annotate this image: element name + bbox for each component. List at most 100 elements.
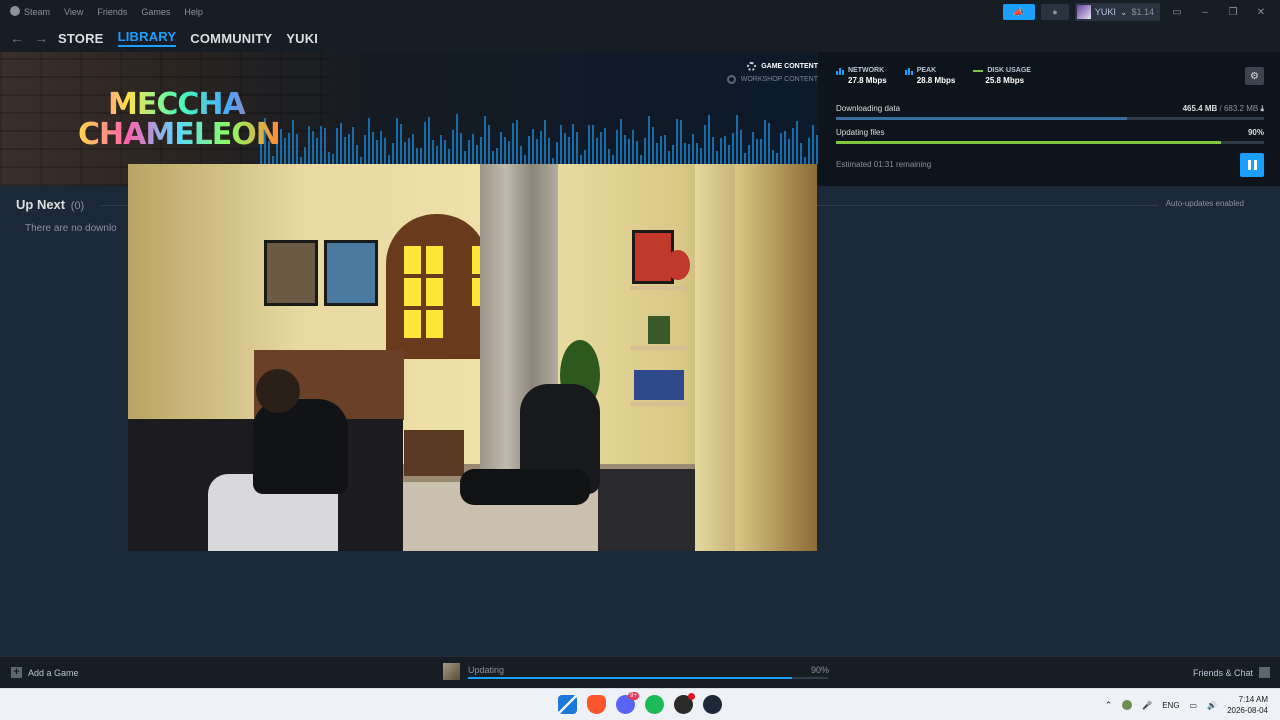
- bandwidth-bar: [748, 145, 750, 164]
- peak-stat: PEAK 28.8 Mbps: [904, 66, 956, 86]
- bandwidth-bar: [404, 142, 406, 164]
- big-picture-icon[interactable]: ▭: [1166, 7, 1188, 18]
- menu-steam[interactable]: Steam: [10, 6, 50, 18]
- add-game-button[interactable]: + Add a Game: [11, 667, 79, 678]
- obs-icon[interactable]: [674, 693, 695, 714]
- bandwidth-bar: [288, 133, 290, 164]
- pause-download-button[interactable]: [1240, 153, 1264, 177]
- peak-value: 28.8 Mbps: [916, 76, 956, 85]
- mini-progress-fill: [468, 677, 792, 679]
- display-icon[interactable]: ▭: [1190, 701, 1198, 710]
- bandwidth-bar: [776, 153, 778, 164]
- bandwidth-bar: [632, 130, 634, 164]
- bandwidth-bar: [344, 137, 346, 164]
- bandwidth-bar: [800, 143, 802, 164]
- nav-library[interactable]: LIBRARY: [117, 29, 177, 47]
- language-indicator[interactable]: ENG: [1162, 701, 1179, 710]
- menu-view[interactable]: View: [64, 7, 83, 17]
- peak-bars-icon: [904, 67, 913, 75]
- announcements-button[interactable]: 📣: [1002, 4, 1035, 20]
- bandwidth-bar: [736, 115, 738, 164]
- bandwidth-bar: [668, 151, 670, 164]
- disk-stat: DISK USAGE 25.8 Mbps: [973, 66, 1031, 86]
- discord-badge: 9+: [628, 692, 639, 700]
- plus-icon: +: [11, 667, 22, 678]
- wallet-balance: $1.14: [1131, 7, 1154, 17]
- update-progress-track: [836, 141, 1264, 144]
- discord-icon[interactable]: 9+: [616, 692, 639, 714]
- steam-taskbar-icon[interactable]: [703, 695, 722, 714]
- window-pane: [404, 246, 421, 274]
- bandwidth-bar: [804, 157, 806, 164]
- bandwidth-bar: [796, 121, 798, 164]
- download-status-text[interactable]: Updating: [468, 665, 504, 675]
- bandwidth-bar: [592, 125, 594, 164]
- bandwidth-bar: [376, 140, 378, 164]
- bell-icon: ●: [1052, 7, 1058, 17]
- notifications-button[interactable]: ●: [1040, 4, 1069, 20]
- download-settings-button[interactable]: ⚙: [1245, 67, 1264, 85]
- bandwidth-bar: [740, 130, 742, 164]
- arched-window: [386, 214, 488, 359]
- menu-games[interactable]: Games: [141, 7, 170, 17]
- bandwidth-bar: [780, 133, 782, 164]
- tray-app-icon[interactable]: [1122, 700, 1133, 710]
- nav-store[interactable]: STORE: [58, 31, 104, 46]
- restore-icon[interactable]: ❐: [1222, 7, 1244, 18]
- windows-start-icon[interactable]: [558, 695, 577, 714]
- bandwidth-bar: [808, 138, 810, 164]
- workshop-gear-icon: [726, 75, 736, 84]
- bandwidth-bar: [420, 148, 422, 164]
- pause-icon: [1247, 160, 1251, 170]
- bandwidth-bar: [324, 128, 326, 164]
- download-status-percent: 90%: [811, 665, 830, 675]
- back-arrow-icon[interactable]: ←: [10, 30, 24, 46]
- bandwidth-bar: [504, 137, 506, 164]
- game-logo-line1: MECCHA: [78, 90, 278, 120]
- bandwidth-bar: [664, 135, 666, 164]
- mini-progress-track: [468, 677, 828, 679]
- megaphone-icon: 📣: [1013, 6, 1025, 17]
- bandwidth-bar: [620, 119, 622, 164]
- bandwidth-bar: [328, 152, 330, 164]
- forward-arrow-icon[interactable]: →: [34, 30, 48, 46]
- bandwidth-bar: [480, 137, 482, 164]
- nightstand: [404, 430, 464, 476]
- game-thumbnail[interactable]: [443, 663, 460, 680]
- account-menu[interactable]: YUKI ⌄ $1.14: [1074, 3, 1160, 21]
- bandwidth-bar: [540, 131, 542, 164]
- bandwidth-bar: [708, 115, 710, 164]
- bandwidth-bar: [512, 123, 514, 164]
- bandwidth-bar: [368, 118, 370, 164]
- bandwidth-bar: [812, 125, 814, 164]
- chair-seat: [460, 469, 590, 505]
- tray-overflow-icon[interactable]: ⌃: [1105, 700, 1113, 711]
- brave-icon[interactable]: [587, 695, 606, 714]
- clock[interactable]: 7:14 AM 2026-08-04: [1227, 694, 1268, 716]
- bandwidth-bar: [700, 148, 702, 164]
- menu-help[interactable]: Help: [184, 7, 203, 17]
- menu-friends[interactable]: Friends: [97, 7, 127, 17]
- friends-chat-button[interactable]: Friends & Chat: [1193, 667, 1270, 678]
- steam-bottom-bar: + Add a Game Updating 90% Friends & Chat: [0, 656, 1280, 688]
- microphone-icon[interactable]: 🎤: [1142, 701, 1152, 710]
- wall-poster: [324, 240, 378, 306]
- bandwidth-bar: [692, 134, 694, 164]
- bandwidth-bar: [436, 146, 438, 164]
- auto-updates-status[interactable]: Auto-updates enabled: [1157, 199, 1244, 208]
- minimize-icon[interactable]: –: [1194, 7, 1216, 18]
- nav-profile[interactable]: YUKI: [286, 31, 318, 46]
- shelf-item: [666, 250, 690, 280]
- bandwidth-bar: [520, 146, 522, 164]
- nav-community[interactable]: COMMUNITY: [190, 31, 272, 46]
- window-pane: [404, 278, 421, 306]
- spotify-icon[interactable]: [645, 695, 664, 714]
- bandwidth-bar: [688, 144, 690, 164]
- bandwidth-bar: [312, 131, 314, 164]
- updating-percent: 90%: [1247, 128, 1264, 137]
- close-icon[interactable]: ✕: [1250, 7, 1272, 18]
- bandwidth-bar: [468, 140, 470, 164]
- bandwidth-bar: [348, 134, 350, 164]
- volume-icon[interactable]: 🔊: [1207, 701, 1217, 710]
- bandwidth-bar: [536, 139, 538, 164]
